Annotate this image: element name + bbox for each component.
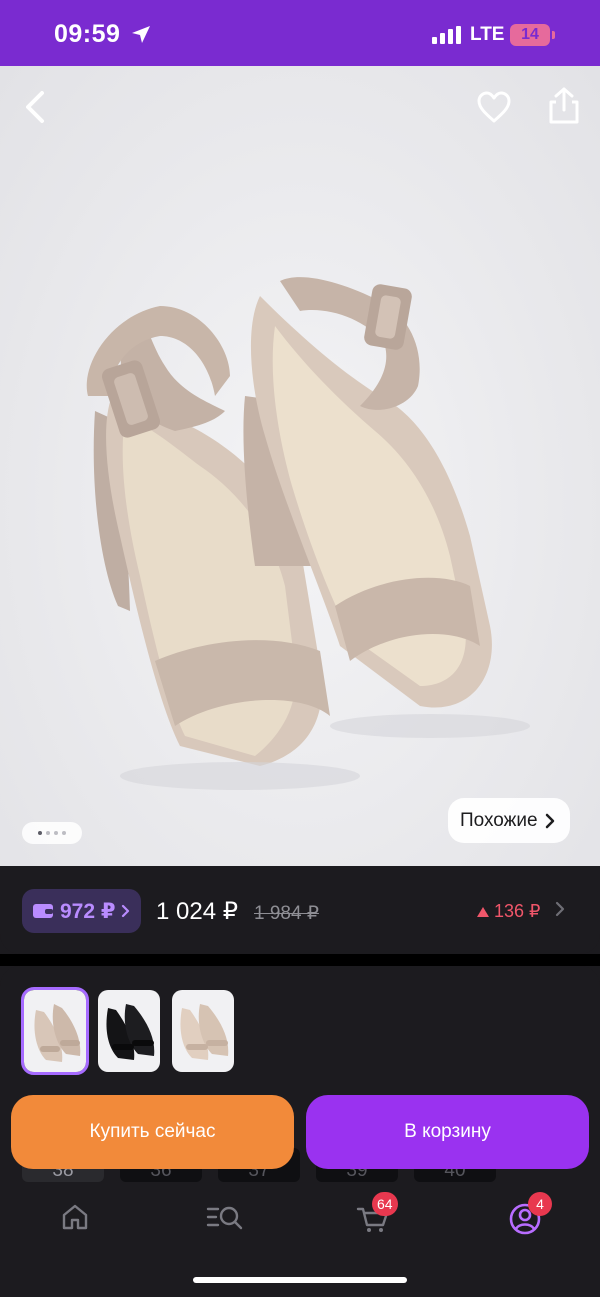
chevron-right-icon: [545, 813, 554, 828]
buy-now-button[interactable]: Купить сейчас: [11, 1095, 294, 1169]
sandal-thumbnail-beige: [180, 1004, 229, 1060]
carousel-dot-active: [38, 831, 42, 835]
wallet-icon: [33, 904, 53, 918]
home-indicator: [193, 1277, 407, 1283]
similar-label: Похожие: [460, 809, 538, 831]
wallet-price: 972 ₽: [60, 899, 116, 923]
old-price: 1 984 ₽: [254, 903, 319, 924]
price-bar[interactable]: 972 ₽ 1 024 ₽ 1 984 ₽ 136 ₽: [0, 866, 600, 954]
carousel-dot: [54, 831, 58, 835]
variant-thumb-beige[interactable]: [21, 987, 89, 1075]
similar-button[interactable]: Похожие: [448, 798, 570, 843]
product-photo[interactable]: Похожие: [0, 66, 600, 866]
tab-cart[interactable]: 64: [356, 1192, 398, 1239]
battery-tip: [552, 31, 555, 39]
price-delta-value: 136 ₽: [494, 901, 541, 921]
triangle-up-icon: [477, 906, 489, 917]
battery-icon: 14: [510, 24, 550, 46]
catalog-search-icon: [206, 1206, 243, 1230]
wallet-price-pill[interactable]: 972 ₽: [22, 889, 142, 933]
location-arrow-icon: [132, 26, 150, 43]
add-to-cart-button[interactable]: В корзину: [306, 1095, 589, 1169]
price-delta[interactable]: 136 ₽: [476, 901, 541, 922]
share-icon[interactable]: [546, 86, 582, 126]
sandal-thumbnail-beige: [34, 1004, 81, 1062]
home-icon: [62, 1204, 88, 1230]
carousel-dot: [62, 831, 66, 835]
product-image: [86, 277, 530, 790]
carousel-indicator: [22, 822, 82, 844]
current-price: 1 024 ₽: [156, 898, 238, 925]
profile-badge: 4: [528, 1192, 552, 1216]
tab-profile[interactable]: 4: [508, 1192, 552, 1241]
back-chevron-icon[interactable]: [20, 90, 50, 124]
carousel-dot: [46, 831, 50, 835]
variant-thumb-beige-2[interactable]: [172, 990, 234, 1072]
heart-icon[interactable]: [476, 90, 512, 124]
status-time: 09:59: [54, 20, 121, 48]
sandal-thumbnail-black: [106, 1004, 155, 1060]
section-divider: [0, 954, 600, 966]
signal-icon: [432, 26, 461, 44]
variant-thumb-black[interactable]: [98, 990, 160, 1072]
tab-home[interactable]: [60, 1202, 90, 1237]
network-label: LTE: [470, 24, 505, 45]
status-bar: 09:59 LTE 14: [0, 0, 600, 66]
cart-badge: 64: [372, 1192, 398, 1216]
chevron-right-icon[interactable]: [554, 900, 566, 918]
chevron-right-icon: [122, 904, 130, 918]
tab-catalog[interactable]: [206, 1202, 244, 1237]
